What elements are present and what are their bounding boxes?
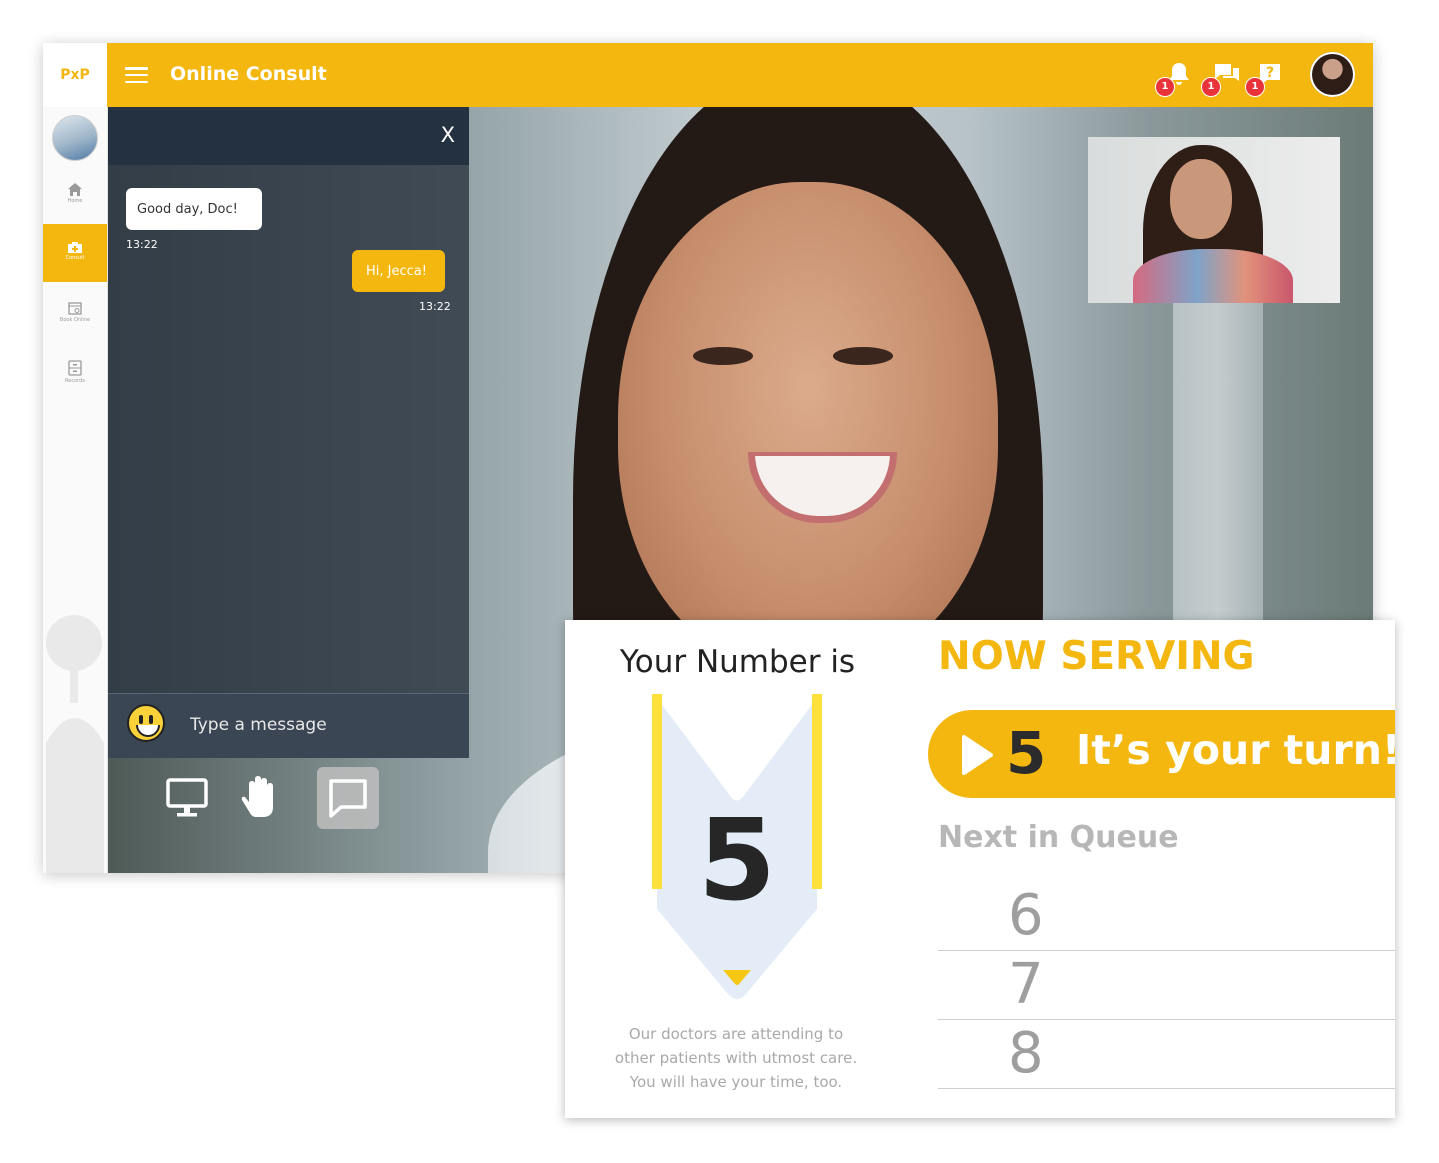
sidebar-item-home[interactable]: Home: [43, 167, 107, 225]
your-number-label: Your Number is: [619, 644, 856, 680]
sidebar-item-label: Home: [67, 198, 83, 204]
chat-toggle-button[interactable]: [317, 767, 379, 829]
now-serving-number: 5: [1006, 719, 1047, 787]
screen-share-button[interactable]: [156, 767, 218, 829]
sidebar-item-label: Records: [65, 378, 85, 384]
screen-share-icon: [166, 778, 208, 817]
your-number: 5: [698, 796, 776, 926]
close-icon[interactable]: X: [441, 123, 455, 147]
message-bubble-incoming: Good day, Doc!: [126, 188, 262, 230]
notification-badge: 1: [1155, 77, 1175, 97]
chat-toggle-icon: [329, 779, 367, 818]
now-serving-banner: 5 It’s your turn!: [928, 710, 1401, 798]
app-logo[interactable]: PxP: [43, 43, 108, 108]
queue-row: 7: [938, 951, 1395, 1020]
notification-badge: 1: [1201, 77, 1221, 97]
message-timestamp: 13:22: [126, 238, 158, 251]
chat-icon[interactable]: 1: [1201, 61, 1241, 97]
play-icon: [962, 735, 993, 775]
notification-badge: 1: [1245, 77, 1265, 97]
message-bubble-outgoing: Hi, Jecca!: [352, 250, 445, 292]
home-icon: [68, 183, 82, 196]
queue-card: Your Number is 5 Our doctors are attendi…: [565, 620, 1401, 1118]
sidebar-item-records[interactable]: Records: [43, 344, 107, 402]
sidebar-item-consult[interactable]: Consult: [43, 224, 107, 282]
clinic-avatar[interactable]: [52, 115, 98, 161]
help-icon[interactable]: ? 1: [1245, 61, 1285, 97]
chat-header: X: [108, 107, 469, 165]
queue-row: 8: [938, 1020, 1395, 1089]
message-timestamp: 13:22: [419, 300, 451, 313]
bell-icon[interactable]: 1: [1155, 61, 1195, 97]
now-serving-message: It’s your turn!: [1076, 726, 1401, 774]
consult-icon: [68, 242, 82, 253]
next-in-queue-heading: Next in Queue: [938, 820, 1179, 855]
sidebar: Home Consult Book Online Records: [43, 107, 108, 873]
hamburger-menu-icon[interactable]: [125, 67, 148, 84]
user-avatar[interactable]: [1310, 52, 1355, 97]
chat-panel: X Good day, Doc! 13:22 Hi, Jecca! 13:22: [108, 107, 469, 758]
self-video-preview[interactable]: [1088, 137, 1340, 303]
sidebar-item-book-online[interactable]: Book Online: [43, 285, 107, 343]
page-title: Online Consult: [170, 63, 327, 85]
calendar-icon: [68, 302, 82, 315]
top-bar: Online Consult 1 1 ? 1: [107, 43, 1373, 107]
queue-row: 6: [938, 882, 1395, 951]
background-silhouette: [46, 615, 104, 873]
records-icon: [68, 360, 82, 376]
svg-text:?: ?: [1266, 65, 1274, 81]
queue-caption: Our doctors are attending to other patie…: [614, 1025, 858, 1091]
raise-hand-button[interactable]: [228, 767, 290, 829]
chat-composer: [108, 693, 469, 758]
sidebar-item-label: Consult: [65, 255, 85, 261]
sidebar-item-label: Book Online: [59, 317, 91, 323]
now-serving-heading: NOW SERVING: [938, 634, 1255, 679]
raise-hand-icon: [241, 776, 273, 817]
emoji-icon[interactable]: [127, 704, 165, 742]
message-input[interactable]: [188, 710, 442, 740]
